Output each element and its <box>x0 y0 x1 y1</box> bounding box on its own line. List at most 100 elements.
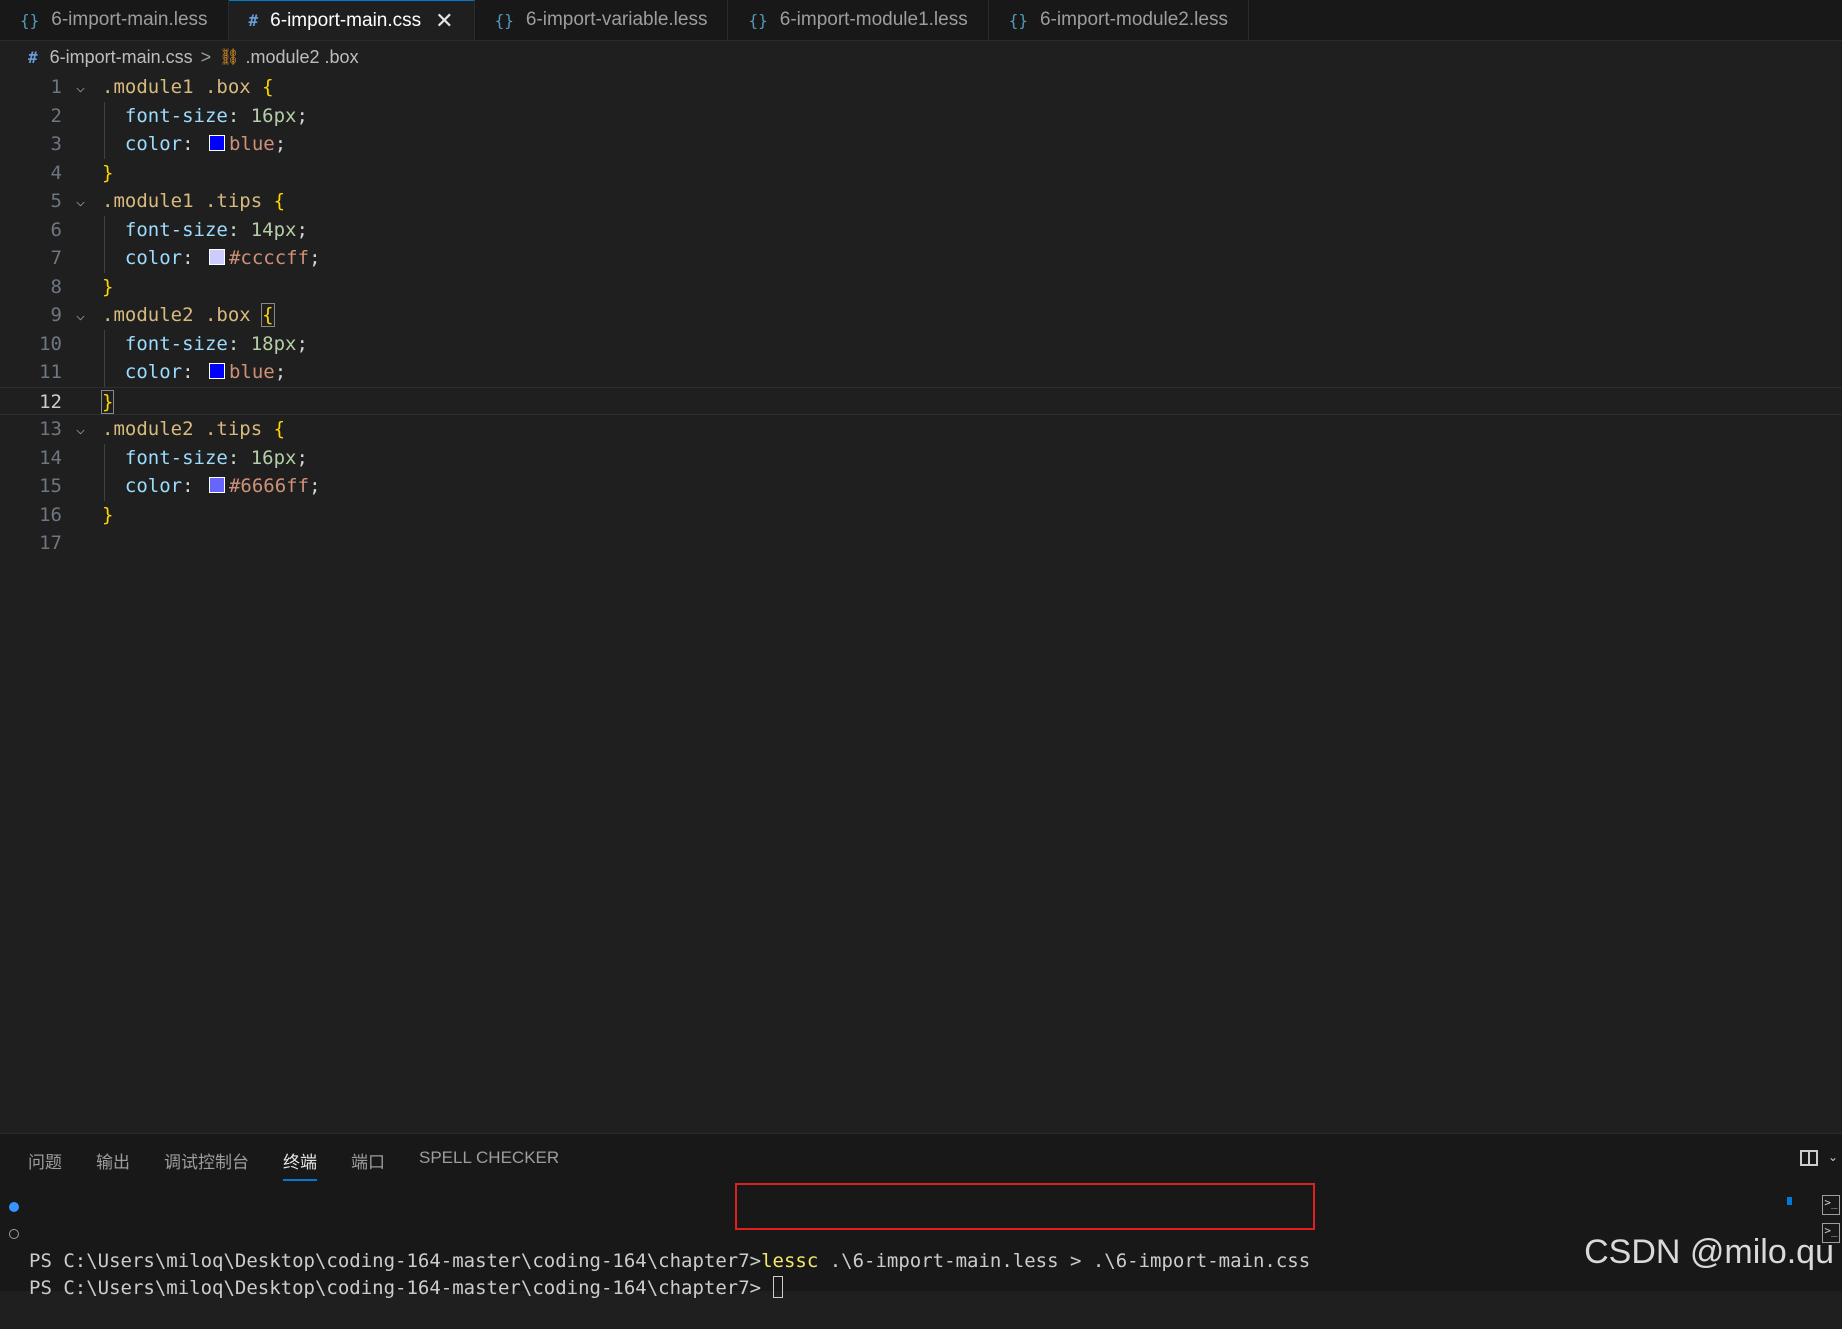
open-brace: { <box>273 190 286 212</box>
code-line[interactable]: 16} <box>0 501 1842 530</box>
code-text: } <box>102 501 113 530</box>
tab-output[interactable]: 输出 <box>96 1148 130 1181</box>
css-selector: .module2 .tips <box>102 418 263 440</box>
tab-6-import-main-css[interactable]: # 6-import-main.css ✕ <box>228 0 475 40</box>
close-icon[interactable]: ✕ <box>435 9 453 32</box>
css-property: color <box>124 133 183 155</box>
code-line[interactable]: 11 color: blue; <box>0 358 1842 387</box>
less-file-icon: {} <box>1008 10 1028 30</box>
line-number: 7 <box>50 247 62 269</box>
breadcrumb-separator: > <box>200 46 212 67</box>
tab-spell-checker[interactable]: SPELL CHECKER <box>419 1148 559 1181</box>
color-swatch[interactable] <box>208 249 225 265</box>
tab-6-import-module2-less[interactable]: {} 6-import-module2.less <box>989 0 1249 40</box>
close-brace: } <box>102 503 114 526</box>
code-line[interactable]: 10 font-size: 18px; <box>0 329 1842 359</box>
code-line[interactable]: 7 color: #ccccff; <box>0 244 1842 273</box>
chevron-down-icon[interactable]: ⌄ <box>1828 1150 1838 1164</box>
split-panel-icon[interactable] <box>1800 1150 1818 1166</box>
tab-label: 6-import-module2.less <box>1039 9 1228 30</box>
code-text: .module1 .tips { <box>102 187 285 216</box>
code-text: font-size: 18px; <box>102 330 308 359</box>
code-text: } <box>100 388 115 417</box>
code-line[interactable]: 13 ⌵ .module2 .tips { <box>0 415 1842 444</box>
fold-chevron-icon[interactable]: ⌵ <box>76 301 85 330</box>
css-selector: .module1 .box <box>102 76 251 98</box>
breadcrumb-file[interactable]: 6-import-main.css <box>50 47 193 68</box>
watermark: CSDN @milo.qu <box>1584 1233 1834 1271</box>
code-line[interactable]: 1 ⌵ .module1 .box { <box>0 73 1842 102</box>
code-line[interactable]: 6 font-size: 14px; <box>0 215 1842 245</box>
open-brace: { <box>273 418 286 440</box>
colon: : <box>227 446 251 469</box>
code-text: .module2 .box { <box>102 301 275 330</box>
line-number: 4 <box>50 161 62 184</box>
code-text: font-size: 14px; <box>102 216 308 245</box>
close-brace: } <box>102 161 114 184</box>
css-value: 14px <box>250 218 297 241</box>
semicolon: ; <box>309 247 321 269</box>
css-selector: .module2 .box <box>102 304 251 326</box>
code-line[interactable]: 5 ⌵ .module1 .tips { <box>0 187 1842 216</box>
terminal-prompt: PS C:\Users\miloq\Desktop\coding-164-mas… <box>29 1277 762 1299</box>
css-property: color <box>124 247 183 269</box>
tab-problems[interactable]: 问题 <box>28 1148 62 1181</box>
semicolon: ; <box>296 104 308 127</box>
code-line[interactable]: 4} <box>0 159 1842 188</box>
css-file-icon: # <box>28 47 38 67</box>
terminal-command-line: PS C:\Users\miloq\Desktop\coding-164-mas… <box>29 1248 1310 1275</box>
semicolon: ; <box>274 133 287 155</box>
command-pending-icon[interactable] <box>9 1229 19 1239</box>
css-value: #6666ff <box>228 475 310 497</box>
code-line[interactable]: 15 color: #6666ff; <box>0 472 1842 501</box>
tab-6-import-main-less[interactable]: {} 6-import-main.less <box>0 0 229 40</box>
code-line[interactable]: 14 font-size: 16px; <box>0 443 1842 472</box>
code-line[interactable]: 17 <box>0 529 1842 558</box>
less-file-icon: {} <box>494 10 514 30</box>
code-line[interactable]: 12} <box>0 386 1842 417</box>
code-editor[interactable]: 1 ⌵ .module1 .box {2 font-size: 16px; 3 col… <box>0 73 1842 1133</box>
line-number: 5 <box>50 190 62 212</box>
fold-chevron-icon[interactable]: ⌵ <box>76 187 85 216</box>
code-text: } <box>102 159 113 188</box>
code-line[interactable]: 2 font-size: 16px; <box>0 101 1842 131</box>
tab-terminal[interactable]: 终端 <box>283 1148 317 1181</box>
tab-6-import-module1-less[interactable]: {} 6-import-module1.less <box>728 0 989 40</box>
line-number: 17 <box>39 532 62 554</box>
code-line[interactable]: 9 ⌵ .module2 .box { <box>0 301 1842 330</box>
scrollbar-marker <box>1787 1197 1792 1205</box>
code-text: color: #ccccff; <box>102 244 321 273</box>
tab-debug-console[interactable]: 调试控制台 <box>164 1148 249 1181</box>
css-file-icon: # <box>248 11 259 30</box>
line-number: 1 <box>50 76 62 98</box>
tab-label: 6-import-module1.less <box>779 9 968 30</box>
breadcrumb: # 6-import-main.css > ⛓ .module2 .box <box>0 42 1842 72</box>
color-swatch[interactable] <box>208 477 225 493</box>
command-success-icon[interactable] <box>9 1202 19 1212</box>
terminal-icon[interactable]: >_ <box>1822 1195 1840 1215</box>
fold-chevron-icon[interactable]: ⌵ <box>76 73 85 102</box>
less-file-icon: {} <box>20 10 40 30</box>
tab-ports[interactable]: 端口 <box>351 1148 385 1181</box>
fold-chevron-icon[interactable]: ⌵ <box>76 415 85 444</box>
code-text: font-size: 16px; <box>102 102 308 131</box>
code-text: } <box>102 273 113 302</box>
css-property: font-size <box>124 104 228 127</box>
open-brace: { <box>262 76 274 98</box>
breadcrumb-symbol[interactable]: .module2 .box <box>246 47 359 68</box>
code-text: color: blue; <box>102 130 286 159</box>
close-brace: } <box>100 389 115 414</box>
color-swatch[interactable] <box>208 135 225 151</box>
color-swatch[interactable] <box>208 363 225 379</box>
close-brace: } <box>102 275 114 298</box>
css-property: font-size <box>124 446 228 469</box>
code-line[interactable]: 8} <box>0 273 1842 302</box>
colon: : <box>182 247 205 269</box>
symbol-class-icon: ⛓ <box>219 49 240 66</box>
line-number: 3 <box>50 133 62 155</box>
tab-6-import-variable-less[interactable]: {} 6-import-variable.less <box>475 0 729 40</box>
terminal-prompt: PS C:\Users\miloq\Desktop\coding-164-mas… <box>29 1250 762 1272</box>
colon: : <box>227 218 251 241</box>
terminal-current-line: PS C:\Users\miloq\Desktop\coding-164-mas… <box>29 1275 783 1302</box>
code-line[interactable]: 3 color: blue; <box>0 130 1842 159</box>
